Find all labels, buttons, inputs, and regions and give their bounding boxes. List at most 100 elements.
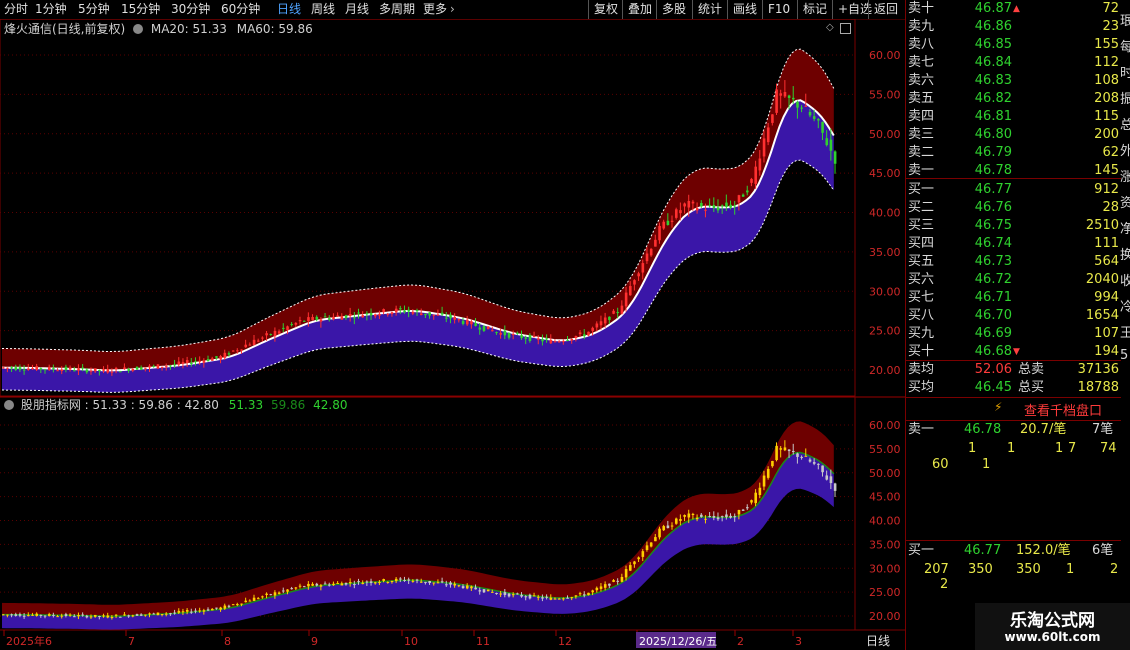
multi-stock-button[interactable]: 多股 — [656, 0, 691, 19]
candle-body — [428, 312, 431, 316]
sub-candle-body — [394, 578, 398, 582]
y-tick-label: 20.00 — [869, 364, 901, 377]
period-30min[interactable]: 30分钟 — [171, 1, 210, 18]
order-book-row-buy[interactable]: 买二 46.76 28 — [906, 199, 1121, 217]
sub-candle-body — [603, 584, 607, 588]
maximize-box-icon[interactable] — [840, 23, 851, 34]
candle-body — [56, 370, 59, 372]
candle-body — [453, 316, 457, 320]
level-volume: 108 — [1094, 73, 1119, 88]
candle-body — [290, 324, 294, 326]
candle-body — [808, 111, 812, 116]
period-daily[interactable]: 日线 — [277, 1, 301, 18]
period-weekly[interactable]: 周线 — [311, 1, 335, 18]
thousand-level-button[interactable]: ⚡ 查看千档盘口 — [906, 399, 1121, 419]
chevron-right-icon[interactable]: › — [450, 1, 455, 18]
level-volume: 115 — [1094, 109, 1119, 124]
candle-body — [587, 331, 590, 336]
sub-candle-body — [353, 584, 356, 586]
period-5min[interactable]: 5分钟 — [78, 1, 110, 18]
candle-body — [43, 369, 47, 371]
down-arrow-icon: ▼ — [1013, 347, 1020, 357]
candle-body — [152, 365, 156, 367]
order-book-row-sell[interactable]: 卖九 46.86 23 — [906, 18, 1121, 36]
candle-body — [14, 367, 18, 370]
candle-body — [424, 313, 427, 316]
x-tick-label: 3 — [795, 635, 802, 648]
sub-candle-body — [231, 604, 235, 606]
sub-candle-body — [148, 613, 151, 615]
y-tick-label: 25.00 — [869, 325, 901, 338]
order-book-row-sell[interactable]: 卖二 46.79 62 — [906, 144, 1121, 162]
candle-body — [298, 320, 302, 322]
order-book-row-sell[interactable]: 卖八 46.85 155 — [906, 36, 1121, 54]
x-tick-label: 2025年6 — [6, 634, 52, 648]
sub-candle-body — [482, 589, 486, 593]
period-15min[interactable]: 15分钟 — [121, 1, 160, 18]
period-monthly[interactable]: 月线 — [345, 1, 369, 18]
overlay-button[interactable]: 叠加 — [622, 0, 657, 19]
order-book-row-sell[interactable]: 卖五 46.82 208 — [906, 90, 1121, 108]
sub-candle-body — [14, 614, 18, 616]
draw-line-button[interactable]: 画线 — [727, 0, 762, 19]
candle-body — [328, 318, 331, 320]
y-tick-label: 35.00 — [869, 246, 901, 259]
period-more[interactable]: 更多 — [423, 1, 447, 18]
sub-candle-body — [549, 597, 553, 600]
settings-circle-icon[interactable] — [133, 24, 144, 34]
kline-chart-area[interactable]: 60.00 55.00 50.00 45.00 40.00 35.00 30.00 25.00… — [0, 19, 905, 650]
sub-candle-body — [766, 468, 770, 478]
candle-body — [733, 205, 737, 207]
x-tick-label: 7 — [128, 635, 135, 648]
order-book-row-sell[interactable]: 卖三 46.80 200 — [906, 126, 1121, 144]
sub-candle-body — [248, 600, 252, 602]
period-60min[interactable]: 60分钟 — [221, 1, 260, 18]
order-book-row-buy[interactable]: 买一 46.77 912 — [906, 181, 1121, 199]
sub-candle-body — [85, 615, 89, 618]
candle-body — [273, 330, 277, 337]
level-price: 46.82 — [974, 91, 1012, 106]
order-book-row-buy[interactable]: 买七 46.71 994 — [906, 289, 1121, 307]
period-multi[interactable]: 多周期 — [379, 1, 415, 18]
candle-body — [674, 209, 678, 218]
candle-body — [549, 339, 553, 344]
f10-button[interactable]: F10 — [762, 0, 795, 19]
level-price: 46.77 — [974, 182, 1012, 197]
mark-button[interactable]: 标记 — [797, 0, 832, 19]
watermark-url: www.60lt.com — [1004, 630, 1101, 644]
level-volume: 994 — [1094, 290, 1119, 305]
sub-candle-body — [679, 519, 682, 521]
candle-body — [779, 93, 783, 96]
sub-candle-body — [31, 614, 34, 616]
period-1min[interactable]: 1分钟 — [35, 1, 67, 18]
candle-body — [127, 369, 130, 371]
adjust-button[interactable]: 复权 — [588, 0, 623, 19]
level-label: 买五 — [908, 254, 935, 269]
sub-candle-body — [227, 605, 231, 607]
order-book-row-buy[interactable]: 买四 46.74 111 — [906, 235, 1121, 253]
order-book-row-buy[interactable]: 买九 46.69 107 — [906, 325, 1121, 343]
order-book-row-sell[interactable]: 卖十 46.87 ▲ 72 — [906, 0, 1121, 18]
order-book-row-buy[interactable]: 买六 46.72 2040 — [906, 271, 1121, 289]
expand-diamond-icon[interactable]: ◇ — [826, 22, 834, 33]
kline-svg[interactable]: 60.00 55.00 50.00 45.00 40.00 35.00 30.00 25.00… — [0, 19, 905, 650]
ma60-label: MA60: 59.86 — [236, 22, 313, 36]
candle-body — [612, 310, 615, 314]
candle-body — [574, 335, 578, 339]
order-book-row-sell[interactable]: 卖四 46.81 115 — [906, 108, 1121, 126]
sub-candle-body — [750, 500, 753, 503]
order-book-row-buy[interactable]: 买十 46.68 ▼ 194 — [906, 343, 1121, 361]
candle-body — [181, 362, 185, 364]
statistics-button[interactable]: 统计 — [692, 0, 727, 19]
sub-candle-body — [332, 583, 335, 586]
back-button[interactable]: 返回 — [868, 0, 903, 19]
order-book-row-buy[interactable]: 买八 46.70 1654 — [906, 307, 1121, 325]
period-minute-chart[interactable]: 分时 — [4, 1, 28, 18]
order-book-row-buy[interactable]: 买五 46.73 564 — [906, 253, 1121, 271]
settings-circle-icon[interactable] — [4, 400, 14, 410]
order-book-row-sell[interactable]: 卖六 46.83 108 — [906, 72, 1121, 90]
order-book-row-buy[interactable]: 买三 46.75 2510 — [906, 217, 1121, 235]
sub-candle-body — [746, 507, 749, 509]
order-book-row-sell[interactable]: 卖七 46.84 112 — [906, 54, 1121, 72]
sub-candle-body — [411, 580, 415, 582]
